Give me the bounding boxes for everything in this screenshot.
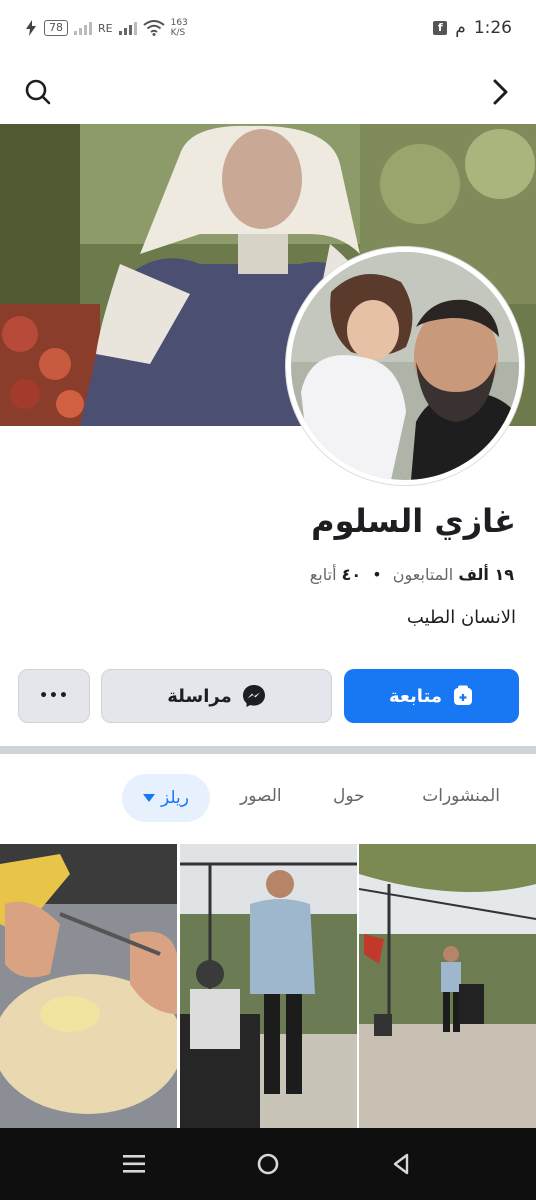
status-right: f م 1:26	[433, 18, 512, 38]
speed-unit: K/S	[170, 28, 186, 38]
tab-about[interactable]: حول	[333, 786, 365, 806]
battery-indicator: 78	[44, 20, 68, 36]
status-bar: 78 RE 163 K/S f م 1:26	[0, 0, 536, 60]
profile-name: غازي السلوم	[311, 502, 516, 540]
reel-image	[359, 844, 536, 1128]
speed-value: 163	[170, 18, 188, 28]
avatar-image	[291, 252, 519, 480]
profile-stats: ١٩ ألف المتابعون • ٤٠ أتابع	[310, 565, 514, 584]
follow-icon	[454, 685, 473, 705]
recent-apps-button[interactable]	[116, 1148, 152, 1180]
home-button[interactable]	[250, 1148, 286, 1180]
profile-tabs: المنشورات حول الصور ريلز	[0, 770, 536, 828]
section-divider	[0, 746, 536, 754]
facebook-notification-icon: f	[433, 21, 448, 35]
menu-icon	[123, 1155, 145, 1173]
message-button[interactable]: مراسلة	[101, 669, 332, 723]
tab-posts[interactable]: المنشورات	[422, 786, 500, 806]
reels-grid	[0, 844, 536, 1128]
reel-image	[180, 844, 357, 1128]
follow-button[interactable]: متابعة	[344, 669, 519, 723]
network-label: RE	[98, 21, 113, 35]
speed-indicator: 163 K/S	[171, 18, 188, 38]
search-icon	[25, 79, 51, 105]
signal-icon-2	[118, 22, 137, 35]
back-button[interactable]	[482, 74, 518, 110]
followers-count[interactable]: ١٩ ألف	[458, 565, 514, 584]
signal-icon	[74, 22, 92, 35]
tab-photos[interactable]: الصور	[240, 786, 282, 806]
triangle-back-icon	[393, 1153, 409, 1175]
tab-reels[interactable]: ريلز	[122, 774, 210, 822]
reel-image	[0, 844, 177, 1128]
circle-home-icon	[257, 1153, 279, 1175]
follow-label: متابعة	[388, 685, 443, 707]
status-left: 78 RE 163 K/S	[24, 18, 188, 38]
top-bar	[0, 60, 536, 124]
reel-thumbnail[interactable]	[0, 844, 177, 1128]
ampm-label: م	[455, 18, 466, 38]
tab-reels-label: ريلز	[161, 788, 189, 808]
more-icon: •••	[39, 688, 69, 704]
following-label[interactable]: أتابع	[310, 565, 337, 584]
message-label: مراسلة	[167, 685, 232, 707]
wifi-icon	[142, 20, 165, 36]
following-count[interactable]: ٤٠	[342, 565, 362, 584]
profile-avatar[interactable]	[286, 247, 524, 485]
profile-bio: الانسان الطيب	[406, 607, 516, 628]
stats-separator: •	[372, 565, 382, 584]
followers-label[interactable]: المتابعون	[393, 565, 453, 584]
reel-thumbnail[interactable]	[180, 844, 357, 1128]
system-nav-bar	[0, 1128, 536, 1200]
back-nav-button[interactable]	[383, 1148, 419, 1180]
charging-icon	[26, 20, 36, 36]
messenger-icon	[242, 685, 265, 707]
more-button[interactable]: •••	[18, 669, 90, 723]
reel-thumbnail[interactable]	[359, 844, 536, 1128]
clock: 1:26	[473, 18, 512, 38]
chevron-right-icon	[493, 79, 508, 105]
search-button[interactable]	[20, 74, 56, 110]
caret-down-icon	[143, 794, 156, 802]
